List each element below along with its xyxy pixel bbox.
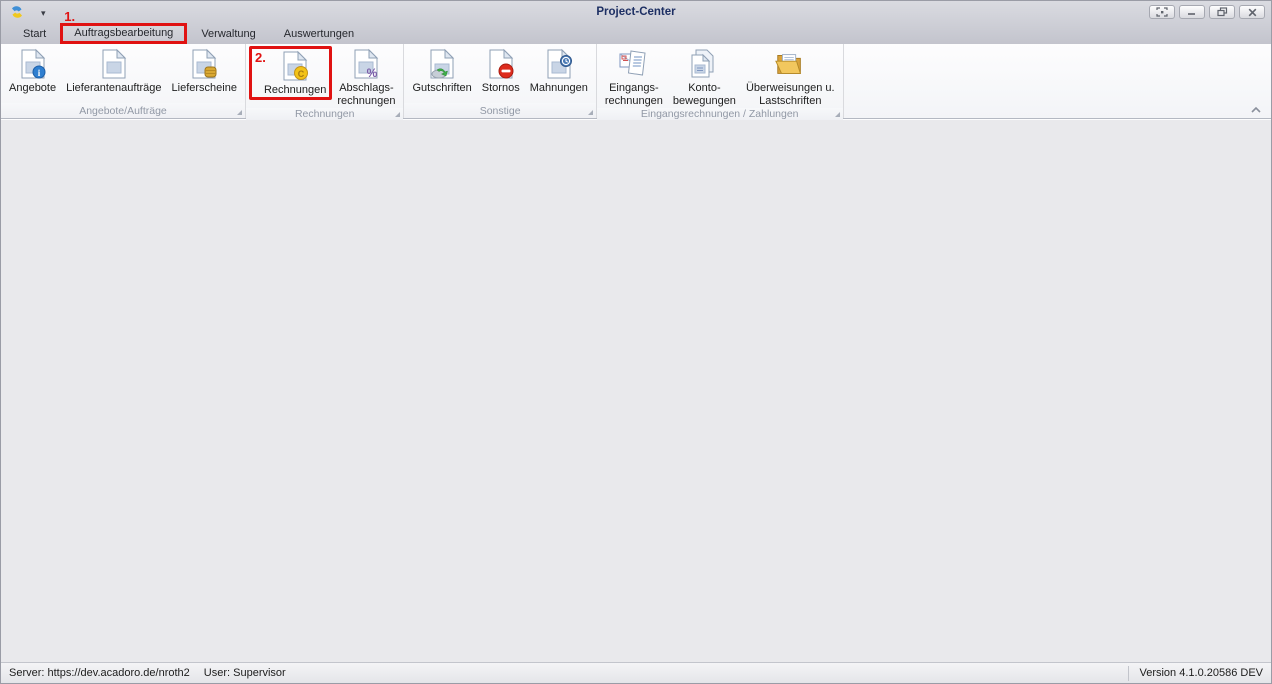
fit-screen-icon bbox=[1156, 7, 1168, 17]
kontobewegungen-label: Konto- bewegungen bbox=[673, 82, 736, 107]
status-server: Server: https://dev.acadoro.de/nroth2 bbox=[9, 667, 190, 679]
tab-start[interactable]: Start bbox=[9, 25, 60, 44]
group-caption-label: Eingangsrechnungen / Zahlungen bbox=[641, 108, 799, 120]
restore-icon bbox=[1217, 7, 1228, 17]
minimize-icon bbox=[1187, 8, 1197, 16]
gutschriften-button[interactable]: Gutschriften bbox=[407, 46, 476, 96]
quick-access-dropdown-icon[interactable]: ▾ bbox=[41, 7, 46, 18]
ribbon-group-eingangsrechnungen-zahlungen: Eingangs- rechnungen Konto- bewegungen bbox=[597, 44, 844, 118]
status-separator bbox=[1128, 666, 1129, 681]
ribbon-empty-area bbox=[844, 44, 1271, 118]
document-refund-icon bbox=[426, 48, 458, 80]
stornos-label: Stornos bbox=[482, 82, 520, 95]
mahnungen-label: Mahnungen bbox=[530, 82, 588, 95]
status-version: Version 4.1.0.20586 DEV bbox=[1139, 667, 1263, 679]
group-caption-label: Angebote/Aufträge bbox=[79, 105, 167, 117]
abschlagsrechnungen-button[interactable]: % Abschlags- rechnungen bbox=[332, 46, 400, 108]
group-caption-eingangsrechnungen-zahlungen: Eingangsrechnungen / Zahlungen bbox=[597, 108, 843, 120]
fit-screen-button[interactable] bbox=[1149, 5, 1175, 19]
lieferantenauftraege-label: Lieferantenaufträge bbox=[66, 82, 161, 95]
tab-auswertungen[interactable]: Auswertungen bbox=[270, 25, 368, 44]
gutschriften-label: Gutschriften bbox=[412, 82, 471, 95]
restore-button[interactable] bbox=[1209, 5, 1235, 19]
group-dialog-launcher-icon[interactable] bbox=[395, 112, 400, 117]
group-dialog-launcher-icon[interactable] bbox=[588, 110, 593, 115]
annotation-step-2: 2. bbox=[255, 50, 266, 65]
envelope-document-icon bbox=[618, 48, 650, 80]
status-bar: Server: https://dev.acadoro.de/nroth2 Us… bbox=[1, 662, 1271, 683]
group-caption-label: Sonstige bbox=[480, 105, 521, 117]
eingangsrechnungen-label: Eingangs- rechnungen bbox=[605, 82, 663, 107]
close-button[interactable] bbox=[1239, 5, 1265, 19]
document-clock-icon bbox=[543, 48, 575, 80]
status-right: Version 4.1.0.20586 DEV bbox=[1128, 666, 1263, 681]
app-logo-icon[interactable] bbox=[9, 4, 25, 20]
group-dialog-launcher-icon[interactable] bbox=[237, 110, 242, 115]
group-caption-angebote-auftraege: Angebote/Aufträge bbox=[1, 103, 245, 118]
status-left: Server: https://dev.acadoro.de/nroth2 Us… bbox=[9, 667, 286, 679]
svg-text:%: % bbox=[367, 66, 378, 80]
status-user: User: Supervisor bbox=[204, 667, 286, 679]
mahnungen-button[interactable]: Mahnungen bbox=[525, 46, 593, 96]
angebote-label: Angebote bbox=[9, 82, 56, 95]
annotation-step-1: 1. bbox=[64, 9, 75, 24]
angebote-button[interactable]: i Angebote bbox=[4, 46, 61, 96]
titlebar: ▾ Project-Center bbox=[1, 1, 1271, 23]
document-cancel-icon bbox=[485, 48, 517, 80]
eingangsrechnungen-button[interactable]: Eingangs- rechnungen bbox=[600, 46, 668, 108]
lieferantenauftraege-button[interactable]: Lieferantenaufträge bbox=[61, 46, 166, 96]
window-controls bbox=[1149, 5, 1265, 19]
rechnungen-button[interactable]: 2. C Rechnungen bbox=[249, 46, 332, 100]
tab-verwaltung[interactable]: Verwaltung bbox=[187, 25, 269, 44]
workspace-content-area bbox=[1, 119, 1271, 662]
tab-auftragsbearbeitung[interactable]: 1. Auftragsbearbeitung bbox=[60, 23, 187, 44]
minimize-button[interactable] bbox=[1179, 5, 1205, 19]
lieferscheine-button[interactable]: Lieferscheine bbox=[167, 46, 242, 96]
close-icon bbox=[1248, 8, 1257, 17]
top-chrome: ▾ Project-Center bbox=[1, 1, 1271, 44]
stornos-button[interactable]: Stornos bbox=[477, 46, 525, 96]
ueberweisungen-lastschriften-button[interactable]: Überweisungen u. Lastschriften bbox=[741, 46, 840, 108]
lieferscheine-label: Lieferscheine bbox=[172, 82, 237, 95]
document-info-icon: i bbox=[17, 48, 49, 80]
ribbon-group-sonstige: Gutschriften Stornos bbox=[404, 44, 596, 118]
open-folder-icon bbox=[774, 48, 806, 80]
group-dialog-launcher-icon[interactable] bbox=[835, 112, 840, 117]
kontobewegungen-button[interactable]: Konto- bewegungen bbox=[668, 46, 741, 108]
documents-stack-icon bbox=[688, 48, 720, 80]
group-caption-sonstige: Sonstige bbox=[404, 103, 595, 118]
application-window: ▾ Project-Center bbox=[0, 0, 1272, 684]
group-caption-rechnungen: Rechnungen bbox=[246, 108, 404, 120]
document-package-icon bbox=[188, 48, 220, 80]
tab-auftragsbearbeitung-label: Auftragsbearbeitung bbox=[74, 27, 173, 39]
document-coin-icon: C bbox=[279, 50, 311, 82]
ribbon-tab-bar: Start 1. Auftragsbearbeitung Verwaltung … bbox=[1, 23, 1271, 44]
abschlagsrechnungen-label: Abschlags- rechnungen bbox=[337, 82, 395, 107]
document-icon bbox=[98, 48, 130, 80]
collapse-ribbon-icon[interactable] bbox=[1249, 104, 1263, 114]
ribbon-group-angebote-auftraege: i Angebote Lieferantenaufträge bbox=[1, 44, 246, 118]
document-percent-icon: % bbox=[350, 48, 382, 80]
group-caption-label: Rechnungen bbox=[295, 108, 355, 120]
window-title: Project-Center bbox=[1, 6, 1271, 18]
ribbon: i Angebote Lieferantenaufträge bbox=[1, 44, 1271, 119]
rechnungen-label: Rechnungen bbox=[264, 84, 326, 97]
svg-text:C: C bbox=[298, 69, 305, 79]
ribbon-group-rechnungen: 2. C Rechnungen bbox=[246, 44, 405, 118]
ueberweisungen-lastschriften-label: Überweisungen u. Lastschriften bbox=[746, 82, 835, 107]
